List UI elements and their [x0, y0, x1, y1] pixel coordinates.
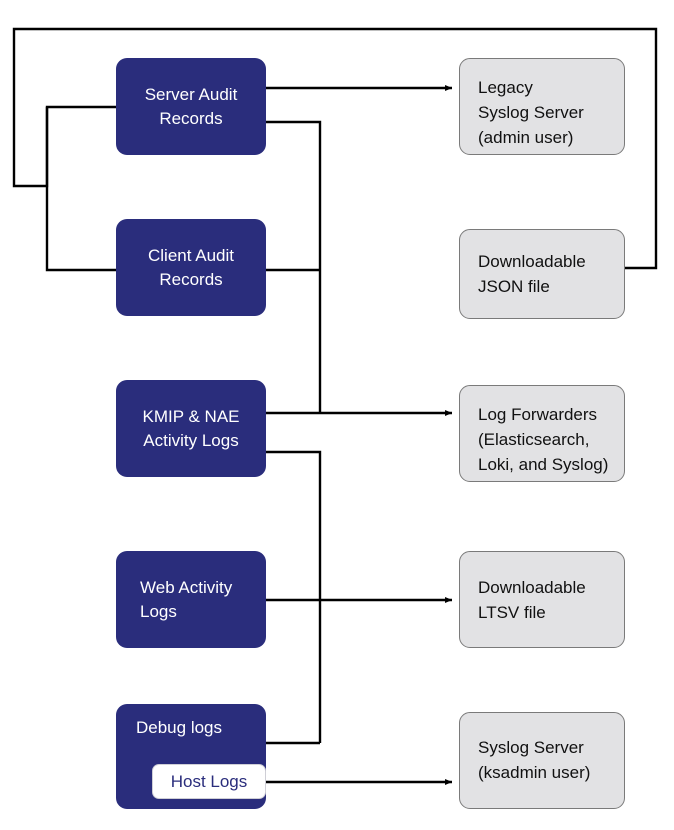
diagram-canvas: Server Audit Records Client Audit Record…: [0, 0, 674, 830]
node-downloadable-json-label: Downloadable JSON file: [478, 252, 586, 296]
node-client-audit-records[interactable]: Client Audit Records: [116, 219, 266, 316]
node-kmip-nae-activity-logs[interactable]: KMIP & NAE Activity Logs: [116, 380, 266, 477]
node-host-logs-label: Host Logs: [170, 771, 248, 791]
node-legacy-syslog-server-label: Legacy Syslog Server (admin user): [478, 78, 584, 147]
wire-client-audit-to-json-file: [45, 107, 116, 272]
wire-kmip-nae-to-debug-trunk: [266, 450, 322, 743]
node-syslog-server-ksadmin[interactable]: Syslog Server (ksadmin user): [459, 712, 625, 809]
node-log-forwarders-label: Log Forwarders (Elasticsearch, Loki, and…: [478, 405, 609, 474]
node-client-audit-records-label: Client Audit Records: [148, 245, 234, 289]
wire-server-audit-to-log-forwarders: [266, 120, 322, 413]
node-kmip-nae-activity-logs-label: KMIP & NAE Activity Logs: [142, 406, 240, 450]
node-web-activity-logs[interactable]: Web Activity Logs: [116, 551, 266, 648]
node-log-forwarders[interactable]: Log Forwarders (Elasticsearch, Loki, and…: [459, 385, 625, 482]
node-downloadable-ltsv[interactable]: Downloadable LTSV file: [459, 551, 625, 648]
node-web-activity-logs-label: Web Activity Logs: [140, 577, 233, 621]
node-debug-logs-label: Debug logs: [136, 718, 223, 737]
node-downloadable-json[interactable]: Downloadable JSON file: [459, 229, 625, 319]
node-host-logs[interactable]: Host Logs: [152, 764, 266, 799]
node-server-audit-records[interactable]: Server Audit Records: [116, 58, 266, 155]
node-server-audit-records-label: Server Audit Records: [144, 84, 238, 128]
node-legacy-syslog-server[interactable]: Legacy Syslog Server (admin user): [459, 58, 625, 155]
node-syslog-server-ksadmin-label: Syslog Server (ksadmin user): [478, 738, 591, 782]
node-downloadable-ltsv-label: Downloadable LTSV file: [478, 577, 586, 622]
